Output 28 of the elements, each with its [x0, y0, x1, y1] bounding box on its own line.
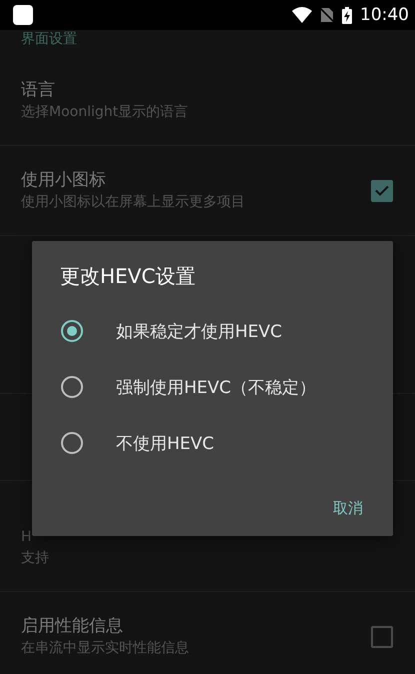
option-label: 强制使用HEVC（不稳定）: [116, 376, 316, 398]
dialog-title: 更改HEVC设置: [59, 263, 196, 290]
setting-title: 使用小图标: [21, 169, 106, 192]
setting-summary: 在串流中显示实时性能信息: [21, 639, 189, 658]
radio-option[interactable]: 如果稳定才使用HEVC: [32, 303, 393, 359]
no-sim-icon: [320, 7, 334, 23]
radio-button[interactable]: [61, 376, 83, 398]
setting-summary: 支持: [21, 549, 49, 568]
wifi-icon: [292, 7, 312, 23]
checkbox[interactable]: [371, 180, 393, 202]
clock-time: 10:40: [360, 5, 409, 25]
radio-button[interactable]: [61, 320, 83, 342]
check-icon: [375, 185, 389, 196]
setting-summary: H: [21, 528, 32, 547]
setting-summary: 使用小图标以在屏幕上显示更多项目: [21, 193, 245, 212]
setting-summary: 选择Moonlight显示的语言: [21, 103, 188, 122]
setting-title: 语言: [21, 79, 55, 102]
battery-charging-icon: [342, 6, 352, 24]
category-header: 界面设置: [21, 31, 77, 47]
checkbox[interactable]: [371, 626, 393, 648]
option-label: 不使用HEVC: [116, 432, 214, 454]
cancel-button[interactable]: 取消: [323, 491, 373, 526]
option-label: 如果稳定才使用HEVC: [116, 320, 282, 342]
notification-icon: [13, 5, 33, 25]
radio-button[interactable]: [61, 432, 83, 454]
radio-option[interactable]: 强制使用HEVC（不稳定）: [32, 359, 393, 415]
setting-title: 启用性能信息: [21, 615, 123, 638]
radio-option[interactable]: 不使用HEVC: [32, 415, 393, 471]
